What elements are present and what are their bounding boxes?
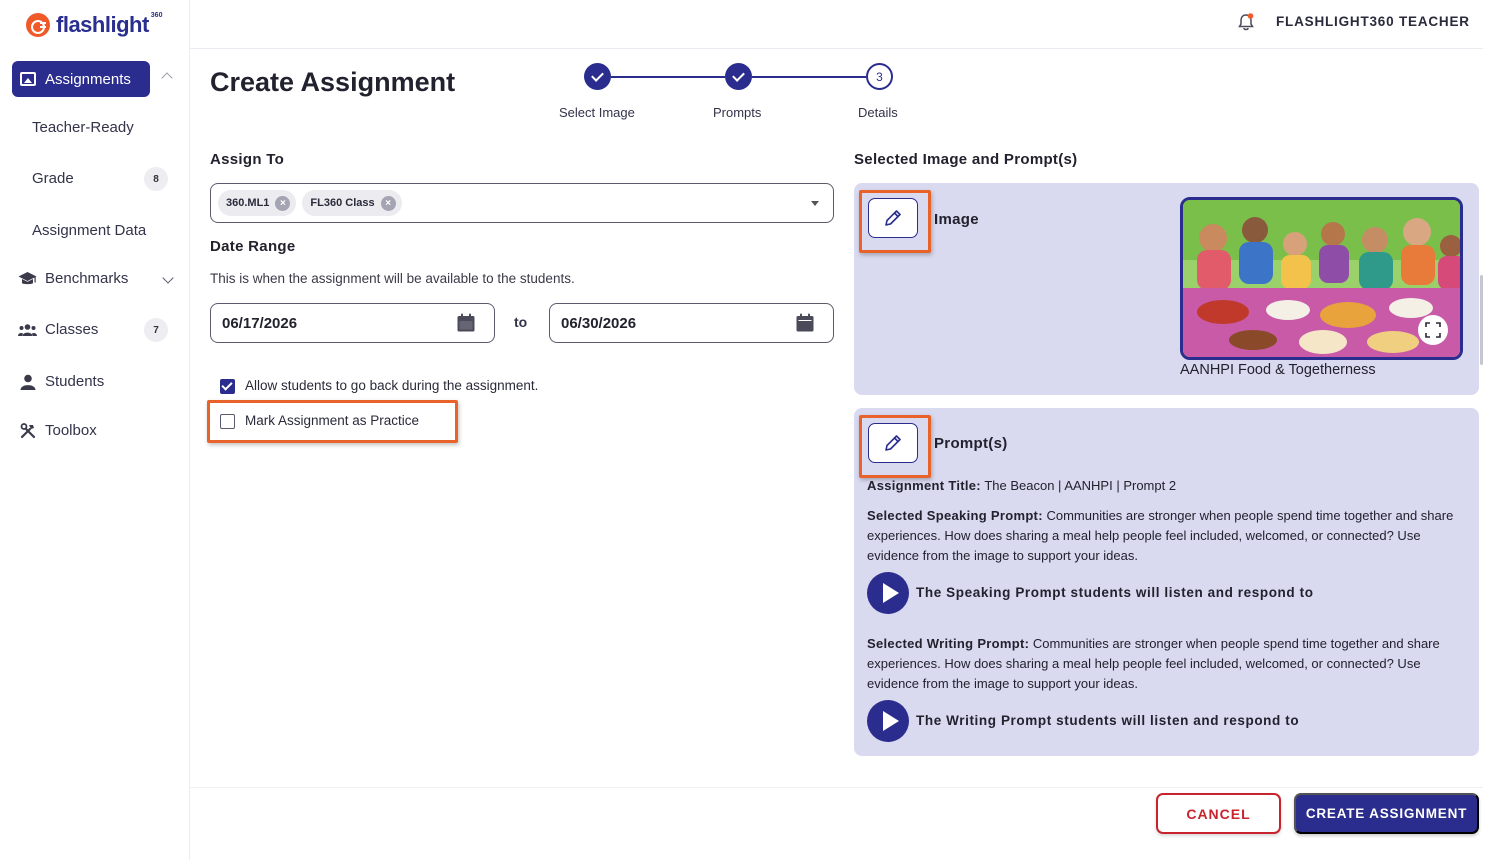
start-date-field[interactable]: 06/17/2026 <box>210 303 495 343</box>
step-label-details: Details <box>858 105 898 120</box>
sidebar-item-label: Students <box>45 373 105 390</box>
assign-to-label: Assign To <box>210 151 285 168</box>
step-label-select-image: Select Image <box>559 105 635 120</box>
class-chip: 360.ML1 × <box>218 190 297 216</box>
expand-image-button[interactable] <box>1418 315 1448 345</box>
scrollbar[interactable] <box>1480 275 1483 365</box>
sidebar-item-assignment-data[interactable]: Assignment Data <box>32 222 146 239</box>
date-range-label: Date Range <box>210 238 296 255</box>
edit-prompts-button[interactable] <box>868 423 918 463</box>
image-icon <box>20 72 36 86</box>
speaking-audio-label: The Speaking Prompt students will listen… <box>916 585 1314 600</box>
prompts-heading: Prompt(s) <box>934 435 1008 452</box>
bell-icon[interactable] <box>1238 13 1254 31</box>
image-heading: Image <box>934 211 979 228</box>
play-speaking-prompt-button[interactable] <box>867 572 909 614</box>
writing-prompt: Selected Writing Prompt: Communities are… <box>867 634 1467 694</box>
sidebar-item-benchmarks[interactable]: Benchmarks <box>18 270 128 287</box>
assign-to-select[interactable]: 360.ML1 × FL360 Class × <box>210 183 834 223</box>
brand-name: flashlight <box>56 12 149 37</box>
calendar-icon[interactable] <box>457 313 475 332</box>
chevron-up-icon[interactable] <box>161 72 173 84</box>
sidebar-item-label: Classes <box>45 321 99 338</box>
footer-divider <box>190 787 1483 788</box>
calendar-icon[interactable] <box>796 313 814 332</box>
writing-audio-label: The Writing Prompt students will listen … <box>916 713 1300 728</box>
allow-go-back-label[interactable]: Allow students to go back during the ass… <box>245 378 538 393</box>
date-range-helper: This is when the assignment will be avai… <box>210 271 575 286</box>
grade-count-badge: 8 <box>144 167 168 191</box>
cancel-button[interactable]: CANCEL <box>1156 793 1281 834</box>
date-range-separator: to <box>514 314 528 330</box>
pencil-icon <box>885 210 901 226</box>
sidebar-item-assignments[interactable]: Assignments <box>12 61 150 97</box>
remove-chip-icon[interactable]: × <box>275 195 291 211</box>
end-date-field[interactable]: 06/30/2026 <box>549 303 834 343</box>
sidebar-item-label: Benchmarks <box>45 270 129 287</box>
user-menu[interactable]: FLASHLIGHT360 TEACHER <box>1276 14 1470 29</box>
brand-logo[interactable]: flashlight 360 <box>26 12 166 38</box>
chevron-down-icon[interactable] <box>162 272 174 284</box>
sidebar-item-students[interactable]: Students <box>18 373 104 390</box>
mark-practice-label[interactable]: Mark Assignment as Practice <box>245 413 419 428</box>
users-icon <box>18 322 37 338</box>
expand-icon <box>1425 322 1441 338</box>
end-date-value: 06/30/2026 <box>561 314 637 332</box>
user-icon <box>18 374 37 390</box>
sidebar-item-label: Assignment Data <box>32 222 147 239</box>
selected-heading: Selected Image and Prompt(s) <box>854 151 1078 168</box>
tools-icon <box>18 422 37 439</box>
class-chip: FL360 Class × <box>302 190 402 216</box>
assignment-title-value: The Beacon | AANHPI | Prompt 2 <box>984 478 1177 493</box>
flashlight-logo-icon <box>26 13 50 37</box>
step-current-number: 3 <box>866 63 893 90</box>
sidebar-item-grade[interactable]: Grade <box>32 170 74 187</box>
brand-superscript: 360 <box>150 11 163 19</box>
sidebar-item-toolbox[interactable]: Toolbox <box>18 422 97 439</box>
chip-label: FL360 Class <box>310 197 375 209</box>
assignment-title-label: Assignment Title: <box>867 478 981 493</box>
mark-practice-checkbox[interactable] <box>220 414 235 429</box>
chip-label: 360.ML1 <box>226 197 270 209</box>
speaking-prompt: Selected Speaking Prompt: Communities ar… <box>867 506 1467 566</box>
edit-image-button[interactable] <box>868 198 918 238</box>
classes-count-badge: 7 <box>144 318 168 342</box>
prompts-panel <box>854 408 1479 756</box>
step-label-prompts: Prompts <box>713 105 762 120</box>
sidebar-item-classes[interactable]: Classes <box>18 321 98 338</box>
sidebar-item-teacher-ready[interactable]: Teacher-Ready <box>32 119 134 136</box>
create-assignment-button[interactable]: CREATE ASSIGNMENT <box>1294 793 1479 834</box>
play-writing-prompt-button[interactable] <box>867 700 909 742</box>
dropdown-caret-icon[interactable] <box>811 201 819 206</box>
remove-chip-icon[interactable]: × <box>380 195 396 211</box>
sidebar-item-label: Teacher-Ready <box>32 119 134 136</box>
page-title: Create Assignment <box>210 67 456 97</box>
step-complete-check-icon <box>584 63 611 90</box>
assignment-title: Assignment Title: The Beacon | AANHPI | … <box>867 476 1467 496</box>
graduation-cap-icon <box>18 271 37 287</box>
sidebar: flashlight 360 Assignments Teacher-Ready… <box>0 0 190 860</box>
selected-image-thumbnail[interactable] <box>1180 197 1463 360</box>
start-date-value: 06/17/2026 <box>222 314 298 332</box>
step-connector <box>752 76 866 78</box>
speaking-prompt-label: Selected Speaking Prompt: <box>867 508 1043 523</box>
pencil-icon <box>885 435 901 451</box>
image-caption: AANHPI Food & Togetherness <box>1180 362 1376 378</box>
allow-go-back-checkbox[interactable] <box>220 379 235 394</box>
step-complete-check-icon <box>725 63 752 90</box>
sidebar-item-label: Toolbox <box>45 422 97 439</box>
sidebar-item-label: Assignments <box>45 70 131 88</box>
sidebar-item-label: Grade <box>32 170 74 187</box>
step-connector <box>611 76 725 78</box>
writing-prompt-label: Selected Writing Prompt: <box>867 636 1030 651</box>
